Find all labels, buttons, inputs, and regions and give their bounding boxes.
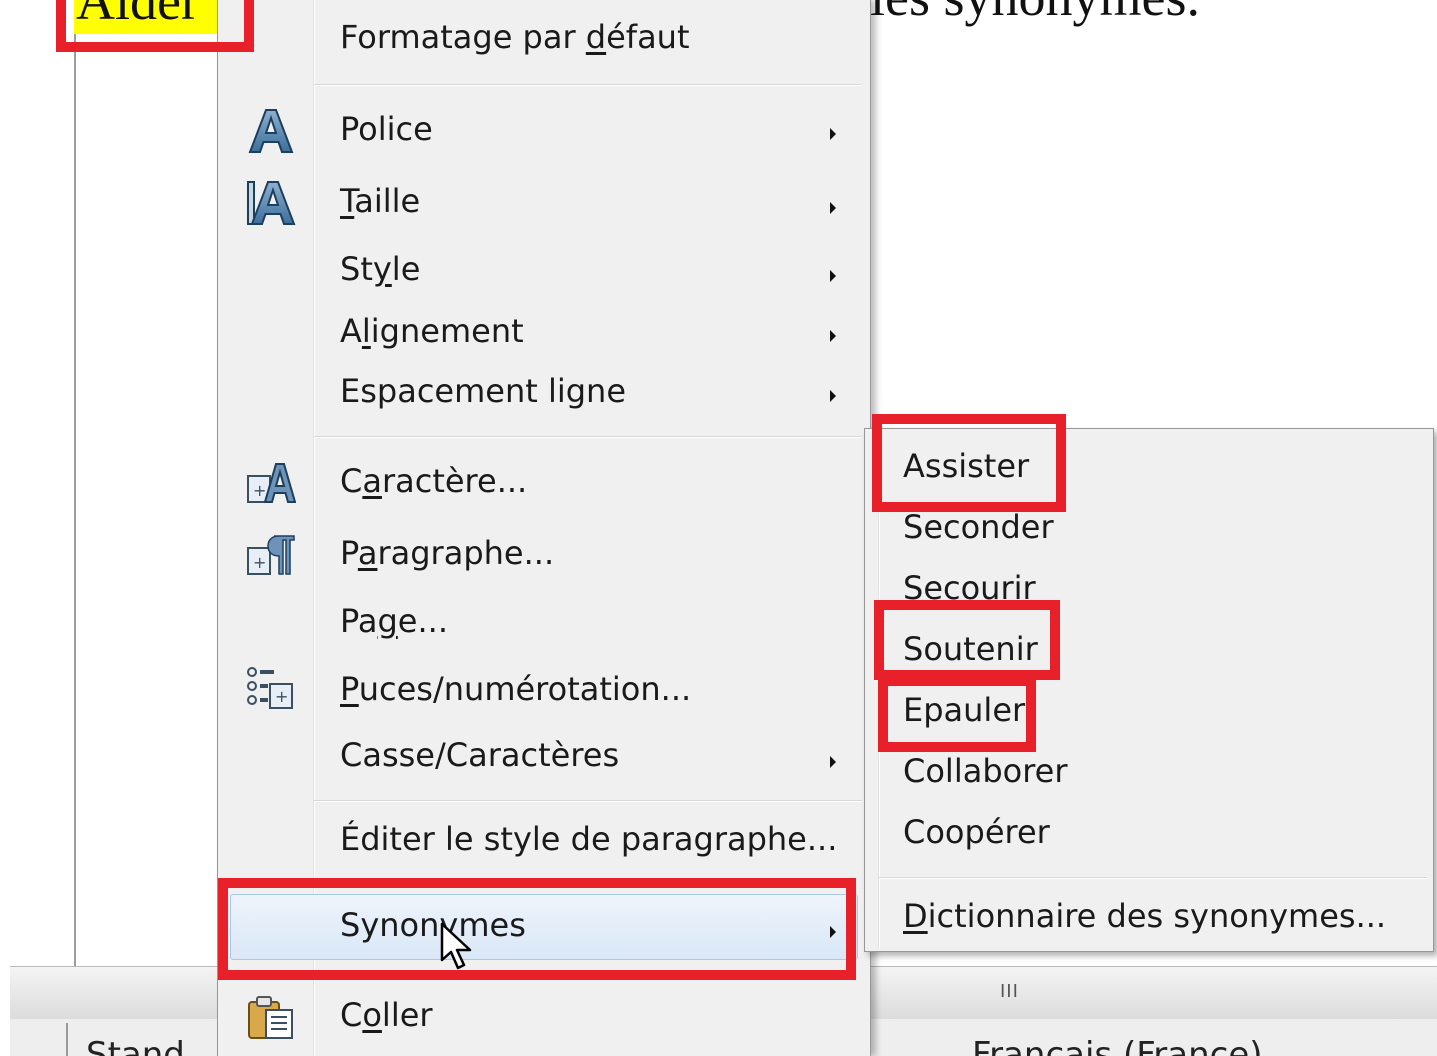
synonym-label: Coopérer <box>903 813 1050 851</box>
svg-text:+: + <box>253 481 266 500</box>
menu-item-coller[interactable]: Coller <box>218 986 870 1050</box>
submenu-arrow-icon <box>830 128 836 140</box>
menu-item-label: Caractère... <box>340 462 528 500</box>
annotation-box-synonymes <box>218 878 856 980</box>
synonym-item[interactable]: Seconder <box>865 504 1433 560</box>
synonym-item[interactable]: Collaborer <box>865 748 1433 804</box>
menu-item-label: Éditer le style de paragraphe... <box>340 820 838 858</box>
menu-item-espacement-ligne[interactable]: Espacement ligne <box>218 366 870 422</box>
menu-item-label: Page... <box>340 602 448 640</box>
menu-item-editer-style-paragraphe[interactable]: Éditer le style de paragraphe... <box>218 814 870 872</box>
menu-item-label: Puces/numérotation... <box>340 670 692 708</box>
font-name-icon <box>246 106 296 160</box>
menu-item-paragraphe[interactable]: + Paragraphe... <box>218 524 870 588</box>
menu-item-label: Coller <box>340 996 433 1034</box>
menu-item-label: Alignement <box>340 312 524 350</box>
menu-item-label: Police <box>340 110 433 148</box>
paragraph-icon: + <box>246 532 296 582</box>
menu-item-taille[interactable]: Taille <box>218 172 870 236</box>
annotation-box-soutenir <box>874 600 1060 680</box>
menu-item-caractere[interactable]: + Caractère... <box>218 452 870 516</box>
menu-item-style[interactable]: Style <box>218 244 870 300</box>
mouse-cursor-icon <box>440 922 480 976</box>
character-icon: + <box>246 460 297 510</box>
menu-item-label: Style <box>340 250 421 288</box>
bullets-numbering-icon: + <box>246 666 296 716</box>
svg-text:+: + <box>275 687 288 706</box>
synonym-label: Seconder <box>903 508 1054 546</box>
submenu-arrow-icon <box>830 202 836 214</box>
synonym-item[interactable]: Coopérer <box>865 809 1433 865</box>
page-left-border <box>74 0 76 966</box>
thesaurus-item[interactable]: Dictionnaire des synonymes... <box>865 893 1433 949</box>
menu-item-formatage-par-defaut[interactable]: Formatage par défaut <box>218 10 870 68</box>
menu-separator <box>314 436 862 438</box>
menu-separator <box>314 800 862 802</box>
document-text: les synonymes. <box>870 0 1200 28</box>
menu-item-label: Formatage par défaut <box>340 18 690 56</box>
annotation-box-assister <box>872 414 1066 512</box>
menu-item-label: Casse/Caractères <box>340 736 620 774</box>
submenu-separator <box>879 877 1427 879</box>
status-language[interactable]: Français (France) <box>972 1035 1263 1056</box>
menu-item-puces-numerotation[interactable]: + Puces/numérotation... <box>218 660 870 724</box>
submenu-arrow-icon <box>830 756 836 768</box>
annotation-box-word <box>56 0 254 52</box>
menu-item-page[interactable]: Page... <box>218 596 870 652</box>
submenu-arrow-icon <box>830 330 836 342</box>
synonym-label: Collaborer <box>903 752 1068 790</box>
menu-separator <box>314 84 862 86</box>
status-page-style[interactable]: Stand <box>86 1035 185 1056</box>
svg-text:+: + <box>253 553 266 572</box>
thesaurus-label: Dictionnaire des synonymes... <box>903 897 1387 935</box>
annotation-box-epauler <box>878 676 1036 752</box>
menu-item-alignement[interactable]: Alignement <box>218 306 870 362</box>
menu-item-label: Paragraphe... <box>340 534 555 572</box>
status-separator <box>66 1023 68 1056</box>
paste-icon <box>246 994 296 1044</box>
menu-item-label: Espacement ligne <box>340 372 627 410</box>
menu-item-casse-caracteres[interactable]: Casse/Caractères <box>218 730 870 786</box>
submenu-arrow-icon <box>830 390 836 402</box>
menu-item-police[interactable]: Police <box>218 100 870 164</box>
scrollbar-grip-icon[interactable]: III <box>1000 981 1019 1002</box>
submenu-arrow-icon <box>830 270 836 282</box>
font-size-icon <box>246 178 296 232</box>
menu-item-label: Taille <box>340 182 421 220</box>
